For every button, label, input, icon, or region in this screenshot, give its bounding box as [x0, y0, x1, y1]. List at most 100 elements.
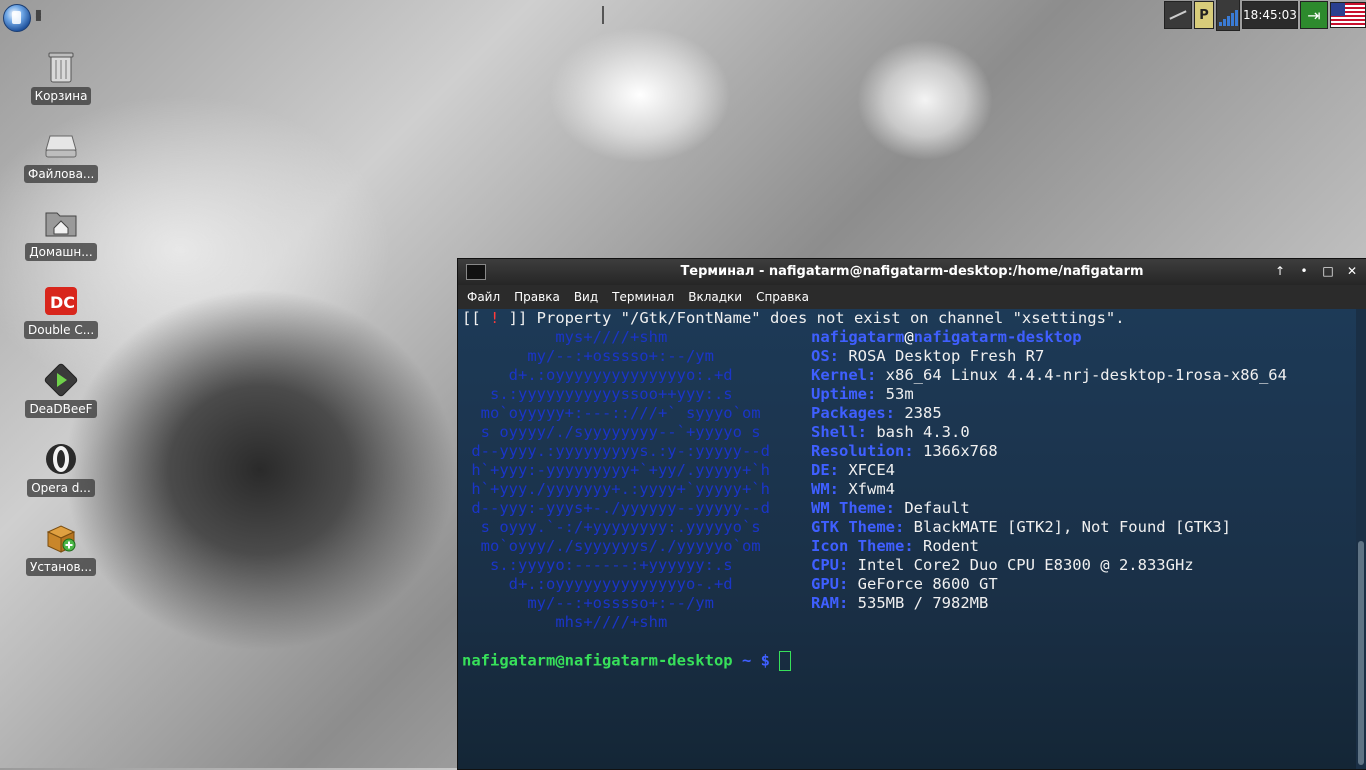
desktop-icon-filesystem[interactable]: Файлова... [24, 128, 98, 183]
logo-art-line: mys+////+shm [462, 328, 668, 346]
info-key: Icon Theme: [811, 537, 914, 555]
logo-art-line: s.:yyyyo:------:+yyyyyy:.s [462, 556, 733, 574]
close-icon[interactable]: ✕ [1344, 263, 1360, 279]
at-sign: @ [904, 328, 914, 346]
info-key: Resolution: [811, 442, 914, 460]
desktop-icon-deadbeef[interactable]: DeaDBeeF [25, 363, 97, 418]
menu-edit[interactable]: Правка [514, 290, 560, 304]
host-name: nafigatarm-desktop [913, 328, 1082, 346]
info-row: WM Theme: Default [811, 499, 970, 518]
warning-prefix: [[ [462, 309, 490, 327]
desktop-icon-label: Установ... [26, 558, 96, 576]
info-value: 53m [885, 385, 914, 403]
window-controls: ↑ • □ ✕ [1272, 263, 1360, 279]
logo-art-line: h`+yyy./yyyyyyy+.:yyyy+`yyyyy+`h [462, 480, 770, 498]
logo-art-line: s oyyy.`-:/+yyyyyyyy:.yyyyyo`s [462, 518, 761, 536]
menu-help[interactable]: Справка [756, 290, 809, 304]
terminal-scrollbar[interactable] [1356, 309, 1366, 769]
prompt-user: nafigatarm@nafigatarm-desktop [462, 651, 733, 670]
info-row: Resolution: 1366x768 [811, 442, 998, 461]
info-row: GTK Theme: BlackMATE [GTK2], Not Found [… [811, 518, 1231, 537]
desktop-icon-label: Opera d... [27, 479, 95, 497]
info-value: 1366x768 [923, 442, 998, 460]
logo-art-line: h`+yyy:-yyyyyyyyy+`+yy/.yyyyy+`h [462, 461, 770, 479]
deadbeef-icon [44, 363, 78, 397]
signal-bars-icon[interactable] [1216, 0, 1240, 31]
info-value: 2385 [904, 404, 942, 422]
info-key: WM Theme: [811, 499, 895, 517]
window-title: Терминал - nafigatarm@nafigatarm-desktop… [680, 264, 1144, 279]
info-row: OS: ROSA Desktop Fresh R7 [811, 347, 1044, 366]
terminal-titlebar[interactable]: Терминал - nafigatarm@nafigatarm-desktop… [458, 259, 1366, 285]
info-key: OS: [811, 347, 839, 365]
info-key: Kernel: [811, 366, 877, 384]
logo-art-line: d--yyy:-yyys+-./yyyyyy--yyyyy--d [462, 499, 770, 517]
logo-art-line: mhs+////+shm [462, 613, 668, 631]
prompt-line[interactable]: nafigatarm@nafigatarm-desktop ~ $ [462, 651, 792, 671]
terminal-menubar: Файл Правка Вид Терминал Вкладки Справка [458, 285, 1366, 309]
info-value: Intel Core2 Duo CPU E8300 @ 2.833GHz [857, 556, 1194, 574]
warning-line: [[ ! ]] Property "/Gtk/FontName" does no… [462, 309, 1125, 328]
install-package-icon [44, 521, 78, 555]
info-value: GeForce 8600 GT [857, 575, 998, 593]
info-row: DE: XFCE4 [811, 461, 895, 480]
menu-terminal[interactable]: Терминал [612, 290, 674, 304]
panel-handle-icon[interactable]: ▪ ▪ ▪ [35, 8, 42, 24]
home-folder-icon [44, 206, 78, 240]
minimize-icon[interactable]: • [1296, 263, 1312, 279]
menu-view[interactable]: Вид [574, 290, 598, 304]
info-row: CPU: Intel Core2 Duo CPU E8300 @ 2.833GH… [811, 556, 1194, 575]
scrollbar-thumb[interactable] [1358, 541, 1364, 765]
desktop-icon-label: Файлова... [24, 165, 98, 183]
network-icon[interactable] [1164, 1, 1192, 29]
system-tray: P 18:45:03 ⇥ [1164, 0, 1366, 31]
trash-icon [44, 50, 78, 84]
info-value: 535MB / 7982MB [857, 594, 989, 612]
info-value: Default [904, 499, 970, 517]
info-row: WM: Xfwm4 [811, 480, 895, 499]
start-menu-button[interactable] [3, 4, 31, 32]
info-key: Shell: [811, 423, 867, 441]
info-row: Icon Theme: Rodent [811, 537, 979, 556]
desktop-icon-trash[interactable]: Корзина [27, 50, 95, 105]
desktop-icon-label: DeaDBeeF [25, 400, 97, 418]
info-value: x86_64 Linux 4.4.4-nrj-desktop-1rosa-x86… [885, 366, 1287, 384]
info-value: BlackMATE [GTK2], Not Found [GTK3] [913, 518, 1231, 536]
maximize-icon[interactable]: □ [1320, 263, 1336, 279]
cursor [779, 651, 792, 671]
info-value: Rodent [923, 537, 979, 555]
clock[interactable]: 18:45:03 [1242, 1, 1298, 29]
info-key: RAM: [811, 594, 849, 612]
double-commander-icon: DC [44, 284, 78, 318]
info-row: Uptime: 53m [811, 385, 914, 404]
info-row: Shell: bash 4.3.0 [811, 423, 970, 442]
top-panel: ▪ ▪ ▪ P 18:45:03 ⇥ [0, 0, 1366, 32]
info-value: Xfwm4 [848, 480, 896, 498]
info-key: CPU: [811, 556, 849, 574]
user-host-line: nafigatarm@nafigatarm-desktop [811, 328, 1082, 347]
logo-art-line: my/--:+osssso+:--/ym [462, 347, 714, 365]
logo-art-line: s oyyyy/./syyyyyyyy--`+yyyyo s [462, 423, 761, 441]
desktop-icon-home[interactable]: Домашн... [25, 206, 97, 261]
desktop-icon-label: Корзина [30, 87, 92, 105]
desktop-icon-install[interactable]: Установ... [26, 521, 96, 576]
terminal-output[interactable]: [[ ! ]] Property "/Gtk/FontName" does no… [458, 309, 1356, 769]
info-value: ROSA Desktop Fresh R7 [848, 347, 1045, 365]
logout-icon[interactable]: ⇥ [1300, 1, 1328, 29]
logo-art-line: d+.:oyyyyyyyyyyyyyyo:.+d [462, 366, 733, 384]
logo-art-line: s.:yyyyyyyyyyyssoo++yyy:.s [462, 385, 733, 403]
desktop-icon-opera[interactable]: Opera d... [27, 442, 95, 497]
svg-text:DC: DC [50, 293, 75, 312]
menu-tabs[interactable]: Вкладки [688, 290, 742, 304]
info-key: Packages: [811, 404, 895, 422]
info-key: DE: [811, 461, 839, 479]
menu-file[interactable]: Файл [467, 290, 500, 304]
prompt-symbol: ~ $ [732, 651, 780, 670]
keyboard-layout-flag-icon[interactable] [1330, 2, 1366, 28]
info-key: GTK Theme: [811, 518, 905, 536]
info-row: Kernel: x86_64 Linux 4.4.4-nrj-desktop-1… [811, 366, 1287, 385]
p-tray-icon[interactable]: P [1194, 1, 1214, 29]
desktop-icon-double-commander[interactable]: DC Double C... [24, 284, 98, 339]
keep-above-icon[interactable]: ↑ [1272, 263, 1288, 279]
info-value: bash 4.3.0 [876, 423, 970, 441]
